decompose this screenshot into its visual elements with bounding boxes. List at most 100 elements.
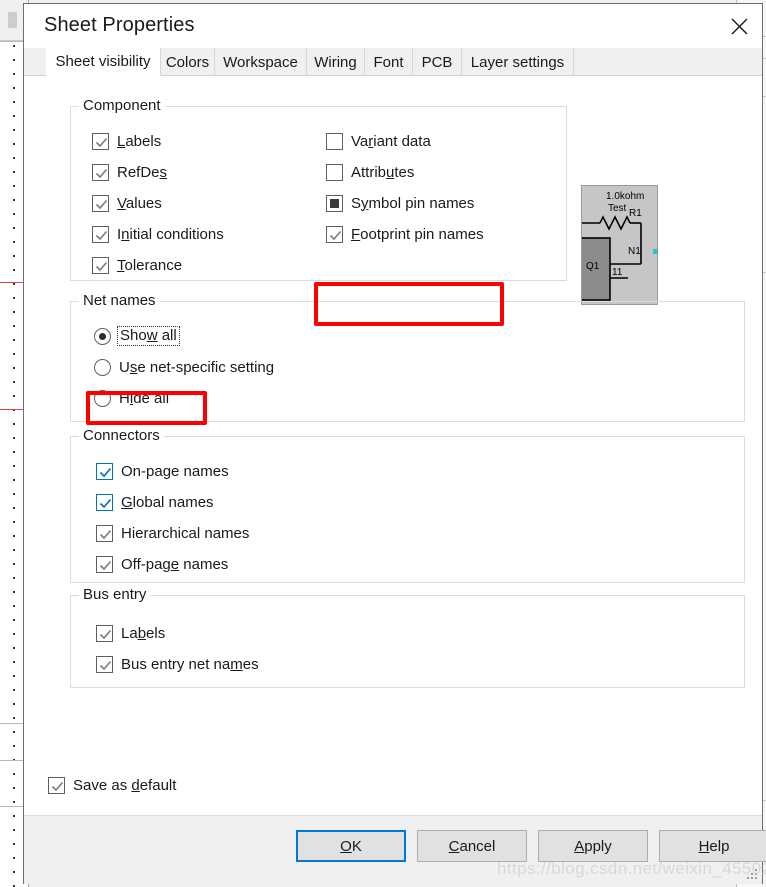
ruler-tick (13, 801, 15, 803)
checkbox-icon[interactable] (48, 776, 65, 794)
button-label: Cancel (448, 837, 496, 855)
component-checkbox-symbol-pin-names[interactable]: Symbol pin names (326, 192, 474, 214)
ruler-tick (13, 843, 15, 845)
ruler-tick (13, 703, 15, 705)
connectors-checkbox-hierarchical-names[interactable]: Hierarchical names (96, 522, 249, 544)
checkbox-icon[interactable] (326, 225, 343, 243)
checkbox-icon[interactable] (92, 132, 109, 150)
checkbox-label: Variant data (351, 132, 431, 150)
ruler-tick (13, 171, 15, 173)
tab-pcb[interactable]: PCB (413, 48, 462, 76)
ruler-tick (13, 339, 15, 341)
connectors-checkbox-global-names[interactable]: Global names (96, 491, 214, 513)
radio-label: Hide all (119, 389, 170, 407)
tab-colors[interactable]: Colors (161, 48, 215, 76)
checkbox-icon[interactable] (96, 524, 113, 542)
checkbox-icon[interactable] (92, 163, 109, 181)
checkbox-label: Bus entry net names (121, 655, 259, 673)
grip-dot (755, 869, 757, 871)
resize-grip[interactable] (747, 869, 759, 881)
ruler-tick (13, 73, 15, 75)
cancel-button[interactable]: Cancel (417, 830, 527, 862)
sheet-visibility-tab-page: Component Labels RefDes Values Initial cond… (24, 75, 762, 815)
radio-icon[interactable] (94, 389, 111, 407)
checkbox-icon[interactable] (96, 555, 113, 573)
scrollbar-thumb[interactable] (8, 12, 17, 28)
help-button[interactable]: Help (659, 830, 766, 862)
bus-entry-checkbox-labels[interactable]: Labels (96, 622, 165, 644)
ruler-tick (13, 871, 15, 873)
grip-dot (755, 873, 757, 875)
checkbox-icon[interactable] (92, 225, 109, 243)
ruler-tick (13, 101, 15, 103)
checkbox-icon[interactable] (96, 624, 113, 642)
tab-label: Wiring (314, 53, 357, 71)
component-checkbox-attributes[interactable]: Attributes (326, 161, 414, 183)
component-checkbox-footprint-pin-names[interactable]: Footprint pin names (326, 223, 484, 245)
checkbox-icon[interactable] (92, 256, 109, 274)
bus-entry-checkbox-bus-entry-net-names[interactable]: Bus entry net names (96, 653, 259, 675)
connectors-checkbox-on-page-names[interactable]: On-page names (96, 460, 229, 482)
radio-icon[interactable] (94, 327, 111, 345)
tab-wiring[interactable]: Wiring (307, 48, 365, 76)
component-checkbox-initial-conditions[interactable]: Initial conditions (92, 223, 224, 245)
ruler-tick (13, 185, 15, 187)
net-names-radio-hide-all[interactable]: Hide all (94, 387, 169, 409)
ruler-tick (13, 311, 15, 313)
net-names-group-legend: Net names (79, 292, 160, 309)
grip-dot (751, 873, 753, 875)
checkbox-icon[interactable] (92, 194, 109, 212)
sheet-properties-dialog: Sheet Properties Sheet visibility Colors W… (23, 3, 766, 884)
ok-button[interactable]: OK (296, 830, 406, 862)
button-label: OK (340, 837, 362, 855)
ruler-tick (13, 577, 15, 579)
ruler-tick (13, 717, 15, 719)
tab-label: Font (373, 53, 404, 71)
checkbox-icon[interactable] (96, 493, 113, 511)
connectors-checkbox-off-page-names[interactable]: Off-page names (96, 553, 228, 575)
ruler-tick (13, 731, 15, 733)
ruler-tick (13, 521, 15, 523)
component-checkbox-variant-data[interactable]: Variant data (326, 130, 431, 152)
net-names-radio-use-net-specific-setting[interactable]: Use net-specific setting (94, 356, 274, 378)
ruler-tick (13, 857, 15, 859)
connectors-group-legend: Connectors (79, 427, 164, 444)
ruler-tick (13, 381, 15, 383)
component-checkbox-tolerance[interactable]: Tolerance (92, 254, 182, 276)
ruler-tick (13, 591, 15, 593)
checkbox-icon[interactable] (96, 462, 113, 480)
ruler-tick (13, 59, 15, 61)
checkbox-label: Save as default (73, 776, 177, 794)
tab-layer-settings[interactable]: Layer settings (462, 48, 574, 76)
ruler-tick (13, 829, 15, 831)
radio-label: Show all (120, 327, 177, 344)
checkbox-label: Initial conditions (117, 225, 224, 243)
tab-bar: Sheet visibility Colors Workspace Wiring Fon… (24, 48, 762, 77)
ruler-tick (13, 115, 15, 117)
checkbox-icon[interactable] (326, 163, 343, 181)
ruler-tick (13, 157, 15, 159)
checkbox-icon[interactable] (96, 655, 113, 673)
save-as-default-save-as-default[interactable]: Save as default (48, 774, 176, 796)
svg-text:Test: Test (608, 203, 627, 214)
net-names-radio-show-all[interactable]: Show all (94, 325, 180, 347)
ruler-tick (13, 199, 15, 201)
checkbox-label: Labels (117, 132, 162, 150)
close-icon[interactable] (716, 4, 762, 48)
tab-sheet-visibility[interactable]: Sheet visibility (46, 48, 161, 76)
checkbox-icon[interactable] (326, 194, 343, 212)
checkbox-icon[interactable] (326, 132, 343, 150)
dialog-title: Sheet Properties (44, 14, 195, 36)
apply-button[interactable]: Apply (538, 830, 648, 862)
radio-icon[interactable] (94, 358, 111, 376)
component-checkbox-refdes[interactable]: RefDes (92, 161, 167, 183)
ruler-tick (13, 689, 15, 691)
checkbox-label: Hierarchical names (121, 524, 250, 542)
tab-font[interactable]: Font (365, 48, 413, 76)
component-checkbox-labels[interactable]: Labels (92, 130, 161, 152)
component-checkbox-values[interactable]: Values (92, 192, 162, 214)
tab-workspace[interactable]: Workspace (215, 48, 307, 76)
ruler-tick (13, 563, 15, 565)
svg-text:1.0kohm: 1.0kohm (606, 191, 644, 202)
ruler-tick (13, 787, 15, 789)
